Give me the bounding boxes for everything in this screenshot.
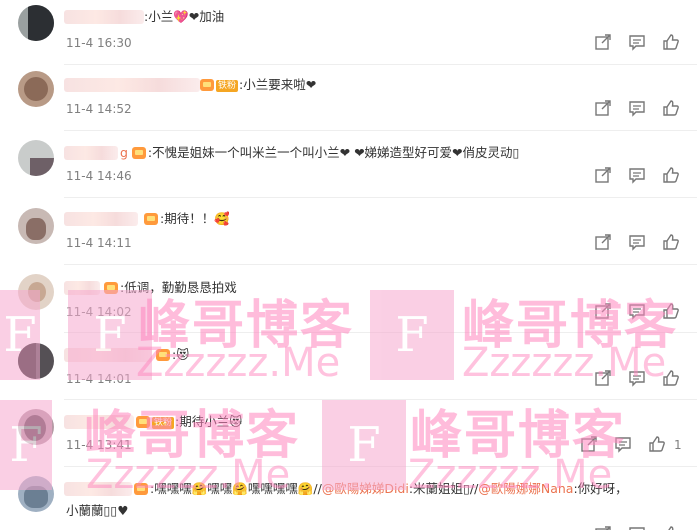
comment-text-wrap: :低调，勤勤恳恳拍戏 xyxy=(104,280,237,296)
avatar[interactable] xyxy=(18,409,54,445)
fan-crown-icon xyxy=(200,79,214,91)
comment-icon[interactable] xyxy=(628,33,646,51)
share-icon[interactable] xyxy=(594,369,612,387)
mention-link[interactable]: @歐陽娜娜Nana xyxy=(478,481,573,496)
thumbs-up-icon[interactable] xyxy=(662,166,680,184)
avatar[interactable] xyxy=(18,476,54,512)
mention-link[interactable]: @歐陽娣娣Didi xyxy=(322,481,409,496)
comment-time: 11-4 13:41 xyxy=(66,438,132,452)
divider xyxy=(64,399,697,400)
fan-badge: 铁粉 xyxy=(152,417,175,429)
watermark-f-logo: F xyxy=(322,400,406,490)
watermark-text: 峰哥博客 xyxy=(84,406,301,466)
comment-time: 11-4 14:52 xyxy=(66,102,132,116)
fan-crown-icon xyxy=(104,282,118,294)
username-blurred[interactable] xyxy=(64,10,144,24)
comment-text-wrap: :嘿嘿嘿🤗嘿嘿🤗嘿嘿嘿嘿🤗//@歐陽娣娣Didi:米蘭姐姐▯//@歐陽娜娜Nan… xyxy=(134,481,628,497)
comment-actions xyxy=(592,166,692,186)
comment-actions xyxy=(592,233,692,253)
comment-text: :低调，勤勤恳恳拍戏 xyxy=(120,280,237,295)
comment-text-wrap: :😻 xyxy=(156,347,189,363)
thumbs-up-icon[interactable] xyxy=(662,302,680,320)
avatar[interactable] xyxy=(18,208,54,244)
avatar[interactable] xyxy=(18,343,54,379)
comment-actions xyxy=(592,99,692,119)
comment-time: 11-4 16:30 xyxy=(66,36,132,50)
thumbs-up-icon[interactable] xyxy=(648,435,666,453)
comment-text: :😻 xyxy=(172,347,190,362)
fan-crown-icon xyxy=(134,483,148,495)
username-suffix[interactable]: g xyxy=(120,145,128,160)
comment-text: :期待！！🥰 xyxy=(160,211,230,226)
comment-text: :期待小兰😻 xyxy=(175,414,243,429)
comment-text: :小兰💖❤加油 xyxy=(144,9,225,24)
share-icon[interactable] xyxy=(594,99,612,117)
watermark-f-logo: F xyxy=(68,290,152,380)
comment-icon[interactable] xyxy=(628,99,646,117)
share-icon[interactable] xyxy=(594,233,612,251)
share-icon[interactable] xyxy=(594,166,612,184)
like-count: 1 xyxy=(674,438,682,452)
username-blurred[interactable] xyxy=(64,482,132,496)
thumbs-up-icon[interactable] xyxy=(662,33,680,51)
comment-icon[interactable] xyxy=(628,302,646,320)
comment-text-line2: 小蘭蘭▯▯♥ xyxy=(66,503,129,518)
comment-time: 11-4 14:11 xyxy=(66,236,132,250)
comment-text: :小兰要来啦❤ xyxy=(239,77,317,92)
fan-badge: 铁粉 xyxy=(216,80,239,92)
avatar[interactable] xyxy=(18,274,54,310)
comment-time: 11-4 14:46 xyxy=(66,169,132,183)
comment-actions xyxy=(592,369,692,389)
divider xyxy=(64,197,697,198)
username-blurred[interactable] xyxy=(64,348,152,362)
avatar[interactable] xyxy=(18,5,54,41)
thumbs-up-icon[interactable] xyxy=(662,233,680,251)
comment-text-wrap: :期待！！🥰 xyxy=(144,211,230,227)
comment-actions xyxy=(592,525,692,530)
watermark-text: 峰哥博客 xyxy=(410,406,627,466)
comment-text-wrap: 铁粉:小兰要来啦❤ xyxy=(200,77,316,93)
comment-icon[interactable] xyxy=(628,525,646,530)
comment-icon[interactable] xyxy=(628,166,646,184)
divider xyxy=(64,264,697,265)
comment-actions xyxy=(592,302,692,322)
comment-time: 11-4 14:01 xyxy=(66,372,132,386)
comment-text-wrap: 铁粉:期待小兰😻 xyxy=(136,414,242,430)
thumbs-up-icon[interactable] xyxy=(662,369,680,387)
share-icon[interactable] xyxy=(594,525,612,530)
divider xyxy=(64,130,697,131)
comment-text: :米蘭姐姐▯// xyxy=(408,481,479,496)
username-blurred[interactable] xyxy=(64,146,118,160)
watermark-f-logo: F xyxy=(370,290,454,380)
comment-actions xyxy=(592,33,692,53)
comment-icon[interactable] xyxy=(628,369,646,387)
comment-icon[interactable] xyxy=(614,435,632,453)
username-blurred[interactable] xyxy=(64,78,200,92)
comment-time: 11-4 14:02 xyxy=(66,305,132,319)
fan-crown-icon xyxy=(136,416,150,428)
avatar[interactable] xyxy=(18,71,54,107)
comment-text: :不愧是姐妹一个叫米兰一个叫小兰❤ ❤娣娣造型好可爱❤俏皮灵动▯ xyxy=(147,145,520,160)
comment-text: :嘿嘿嘿🤗嘿嘿🤗嘿嘿嘿嘿🤗// xyxy=(150,481,322,496)
fan-crown-icon xyxy=(156,349,170,361)
thumbs-up-icon[interactable] xyxy=(662,99,680,117)
username-blurred[interactable] xyxy=(64,212,138,226)
avatar[interactable] xyxy=(18,140,54,176)
share-icon[interactable] xyxy=(594,302,612,320)
fan-crown-icon xyxy=(131,147,146,159)
thumbs-up-icon[interactable] xyxy=(662,525,680,530)
divider xyxy=(64,466,697,467)
comment-text: :你好呀， xyxy=(573,481,628,496)
share-icon[interactable] xyxy=(594,33,612,51)
divider xyxy=(64,332,697,333)
username-blurred[interactable] xyxy=(64,415,134,429)
comment-actions xyxy=(578,435,678,455)
fan-crown-icon xyxy=(144,213,158,225)
divider xyxy=(64,64,697,65)
comment-icon[interactable] xyxy=(628,233,646,251)
share-icon[interactable] xyxy=(580,435,598,453)
comment-text-wrap: g :不愧是姐妹一个叫米兰一个叫小兰❤ ❤娣娣造型好可爱❤俏皮灵动▯ xyxy=(120,145,519,161)
username-blurred[interactable] xyxy=(64,281,100,295)
